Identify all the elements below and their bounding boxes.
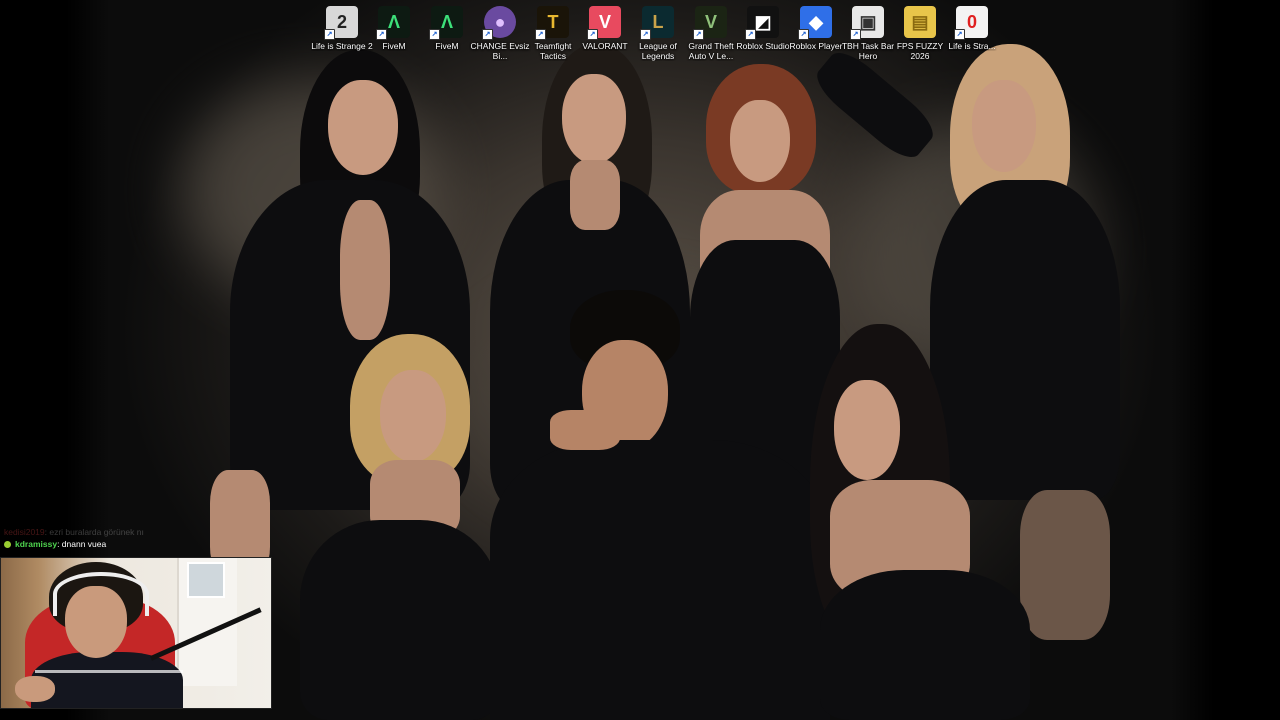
stream-chat-overlay: kedisi2019: ezri buralarda görünek nı kd… xyxy=(0,526,300,556)
wallpaper-person xyxy=(490,290,830,720)
webcam-overlay xyxy=(0,557,272,709)
desktop-icon-roblox-player[interactable]: ◆ ↗ Roblox Player xyxy=(790,4,842,66)
league-of-legends-icon: L ↗ xyxy=(640,6,674,40)
desktop-icon-life-is-strange[interactable]: 0 ↗ Life is Stra... xyxy=(946,4,998,66)
roblox-studio-icon: ◩ ↗ xyxy=(745,6,779,40)
fivem-icon: Λ ↗ xyxy=(429,6,463,40)
desktop-icon-valorant[interactable]: V ↗ VALORANT xyxy=(579,4,631,66)
shirt-stripe xyxy=(35,670,183,673)
wallpaper-person xyxy=(790,320,1040,720)
chat-username: kedisi2019 xyxy=(4,527,45,537)
desktop-icon-fps-fuzzy-2026[interactable]: ▤ FPS FUZZY 2026 xyxy=(894,4,946,66)
folder-icon: ▤ xyxy=(904,6,936,38)
tbh-task-bar-hero-icon: ▣ ↗ xyxy=(850,6,884,40)
fivem-icon: Λ ↗ xyxy=(376,6,410,40)
desktop-icon-change[interactable]: ● ↗ CHANGE Evsiz Bi... xyxy=(470,4,530,66)
desktop-icon-fivem-2[interactable]: Λ ↗ FiveM xyxy=(421,4,473,66)
desktop-icons: 2 ↗ Life is Strange 2 Λ ↗ FiveM Λ ↗ FiveM ●… xyxy=(311,4,998,66)
life-is-strange-2-icon: 2 ↗ xyxy=(324,6,358,40)
desktop-icon-teamfight-tactics[interactable]: T ↗ Teamfight Tactics xyxy=(527,4,579,66)
desktop-icon-life-is-strange-2[interactable]: 2 ↗ Life is Strange 2 xyxy=(311,4,373,66)
desktop-icon-roblox-studio[interactable]: ◩ ↗ Roblox Studio xyxy=(737,4,789,66)
life-is-strange-icon: 0 ↗ xyxy=(954,6,988,40)
desktop-icon-gta-v[interactable]: V ↗ Grand Theft Auto V Le... xyxy=(685,4,737,66)
desktop-icon-fivem[interactable]: Λ ↗ FiveM xyxy=(368,4,420,66)
roblox-player-icon: ◆ ↗ xyxy=(798,6,832,40)
webcam-person-shirt xyxy=(31,652,183,708)
chat-message: kdramissy: dnann vuea xyxy=(0,538,300,550)
gta-v-icon: V ↗ xyxy=(693,6,727,40)
wallpaper-edge xyxy=(1170,0,1280,720)
headset-icon xyxy=(53,572,149,616)
desktop-icon-label: Life is Stra... xyxy=(948,41,996,51)
chat-badge-icon xyxy=(4,541,11,548)
desktop-icon-tbh-task-bar-hero[interactable]: ▣ ↗ TBH Task Bar Hero xyxy=(842,4,894,66)
webcam-window xyxy=(187,562,225,598)
chat-username: kdramissy xyxy=(15,539,58,549)
change-game-icon: ● ↗ xyxy=(482,6,516,40)
chat-message-faded: kedisi2019: ezri buralarda görünek nı xyxy=(0,526,300,538)
desktop-icon-league-of-legends[interactable]: L ↗ League of Legends xyxy=(632,4,684,66)
webcam-person-hand xyxy=(15,676,55,702)
teamfight-tactics-icon: T ↗ xyxy=(535,6,569,40)
valorant-icon: V ↗ xyxy=(587,6,621,40)
chat-text: : ezri buralarda görünek nı xyxy=(44,527,144,537)
chat-text: : dnann vuea xyxy=(57,539,107,549)
wallpaper-person xyxy=(300,330,500,720)
